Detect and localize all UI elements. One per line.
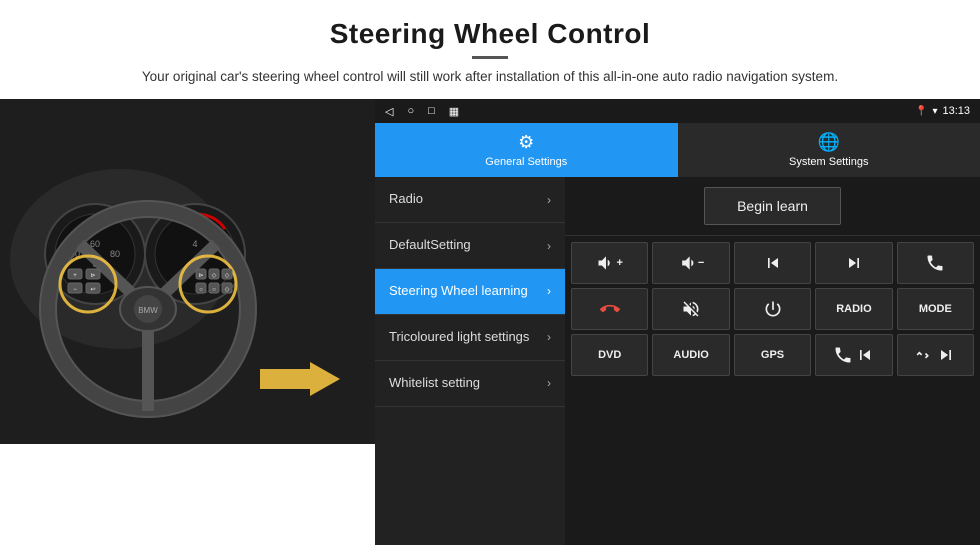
gps-label: GPS: [761, 349, 784, 361]
prev-track-btn[interactable]: [734, 242, 811, 284]
menu-item-steering-label: Steering Wheel learning: [389, 283, 528, 300]
back-icon[interactable]: ◁: [385, 105, 393, 118]
svg-text:80: 80: [110, 249, 120, 259]
svg-text:−: −: [73, 287, 77, 293]
main-content: 60 0 40 80 4 0: [0, 99, 980, 545]
dvd-label: DVD: [598, 349, 621, 361]
menu-item-tricoloured[interactable]: Tricoloured light settings ›: [375, 315, 565, 361]
menu-item-default-label: DefaultSetting: [389, 237, 471, 254]
tab-general[interactable]: ⚙ General Settings: [375, 123, 678, 177]
hang-up-btn[interactable]: [571, 288, 648, 330]
right-panel: Begin learn + −: [565, 177, 980, 545]
clock: 13:13: [942, 105, 970, 117]
svg-text:+: +: [73, 273, 77, 279]
tab-system[interactable]: 🌐 System Settings: [678, 123, 980, 177]
svg-text:BMW: BMW: [138, 306, 158, 315]
control-row-1: + −: [571, 242, 974, 284]
system-settings-icon: 🌐: [818, 132, 840, 153]
radio-mode-btn[interactable]: RADIO: [815, 288, 892, 330]
svg-text:○: ○: [212, 287, 216, 293]
content-area: Radio › DefaultSetting › Steering Wheel …: [375, 177, 980, 545]
control-row-3: DVD AUDIO GPS: [571, 334, 974, 376]
control-grid: + −: [565, 236, 980, 382]
menu-item-whitelist[interactable]: Whitelist setting ›: [375, 361, 565, 407]
wifi-icon: ▾: [932, 106, 937, 117]
location-icon: 📍: [915, 106, 927, 117]
ff-rew-btn[interactable]: [897, 334, 974, 376]
menu-radio-chevron: ›: [547, 193, 551, 207]
vol-seek-btn[interactable]: [815, 334, 892, 376]
apps-icon[interactable]: ▦: [449, 105, 459, 118]
recents-icon[interactable]: □: [428, 105, 435, 118]
vol-up-btn[interactable]: +: [571, 242, 648, 284]
radio-label: RADIO: [836, 303, 871, 315]
svg-text:◇: ◇: [212, 273, 217, 279]
vol-down-btn[interactable]: −: [652, 242, 729, 284]
page-container: Steering Wheel Control Your original car…: [0, 0, 980, 545]
phone-btn[interactable]: [897, 242, 974, 284]
home-icon[interactable]: ○: [407, 105, 414, 118]
audio-label: AUDIO: [673, 349, 708, 361]
next-track-btn[interactable]: [815, 242, 892, 284]
tab-general-label: General Settings: [485, 156, 567, 168]
svg-text:4: 4: [192, 239, 197, 249]
control-row-2: RADIO MODE: [571, 288, 974, 330]
mode-btn[interactable]: MODE: [897, 288, 974, 330]
begin-learn-button[interactable]: Begin learn: [704, 187, 841, 225]
menu-whitelist-chevron: ›: [547, 376, 551, 390]
header-divider: [472, 56, 508, 59]
menu-default-chevron: ›: [547, 239, 551, 253]
status-bar: ◁ ○ □ ▦ 📍 ▾ 13:13: [375, 99, 980, 123]
tab-bar: ⚙ General Settings 🌐 System Settings: [375, 123, 980, 177]
header: Steering Wheel Control Your original car…: [142, 0, 838, 93]
status-right: 📍 ▾ 13:13: [915, 105, 970, 117]
begin-learn-row: Begin learn: [565, 177, 980, 236]
menu-tricoloured-chevron: ›: [547, 330, 551, 344]
android-panel: ◁ ○ □ ▦ 📍 ▾ 13:13 ⚙ General Settings: [375, 99, 980, 545]
gps-btn[interactable]: GPS: [734, 334, 811, 376]
menu-item-radio-label: Radio: [389, 191, 423, 208]
menu-item-tricoloured-label: Tricoloured light settings: [389, 329, 529, 346]
general-settings-icon: ⚙: [518, 132, 534, 153]
status-left: ◁ ○ □ ▦: [385, 105, 459, 118]
svg-text:⊳: ⊳: [198, 273, 203, 279]
mute-btn[interactable]: [652, 288, 729, 330]
page-title: Steering Wheel Control: [142, 18, 838, 50]
menu-item-whitelist-label: Whitelist setting: [389, 375, 480, 392]
svg-text:◇: ◇: [225, 273, 230, 279]
tab-system-label: System Settings: [789, 156, 868, 168]
audio-btn[interactable]: AUDIO: [652, 334, 729, 376]
left-menu: Radio › DefaultSetting › Steering Wheel …: [375, 177, 565, 545]
menu-item-steering[interactable]: Steering Wheel learning ›: [375, 269, 565, 315]
dvd-btn[interactable]: DVD: [571, 334, 648, 376]
mode-label: MODE: [919, 303, 952, 315]
svg-text:◇: ◇: [225, 287, 230, 293]
power-btn[interactable]: [734, 288, 811, 330]
wheel-svg: 60 0 40 80 4 0: [0, 99, 375, 444]
menu-item-radio[interactable]: Radio ›: [375, 177, 565, 223]
svg-text:○: ○: [199, 287, 203, 293]
wheel-section: 60 0 40 80 4 0: [0, 99, 375, 444]
svg-text:⊳: ⊳: [90, 273, 95, 279]
menu-steering-chevron: ›: [547, 284, 551, 298]
header-description: Your original car's steering wheel contr…: [142, 67, 838, 87]
menu-item-default[interactable]: DefaultSetting ›: [375, 223, 565, 269]
svg-text:↩: ↩: [90, 287, 95, 293]
